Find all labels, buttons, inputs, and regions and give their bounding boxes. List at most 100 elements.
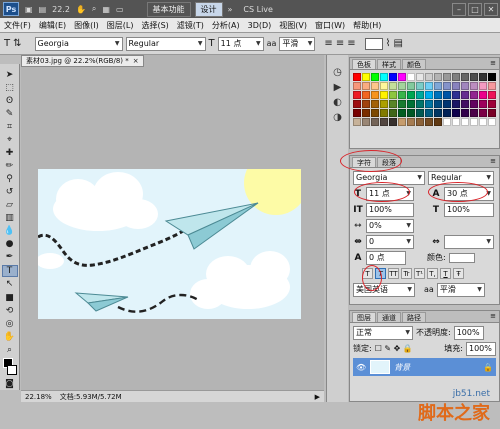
underline-button[interactable]: T xyxy=(440,268,451,279)
workspace-essentials-button[interactable]: 基本功能 xyxy=(146,1,191,17)
status-menu-icon[interactable]: ▶ xyxy=(315,393,320,401)
hand-icon[interactable]: ✋ xyxy=(76,5,86,14)
swatch[interactable] xyxy=(389,118,397,126)
swatch[interactable] xyxy=(425,73,433,81)
layer-row-background[interactable]: 👁 背景 🔒 xyxy=(353,358,496,376)
strikethrough-button[interactable]: Ŧ xyxy=(453,268,464,279)
menu-view[interactable]: 视图(V) xyxy=(279,20,307,31)
subscript-button[interactable]: T, xyxy=(427,268,438,279)
swatch[interactable] xyxy=(362,100,370,108)
swatch[interactable] xyxy=(452,109,460,117)
blend-mode-select[interactable]: 正常 ▼ xyxy=(353,325,413,340)
swatch[interactable] xyxy=(452,82,460,90)
tab-character[interactable]: 字符 xyxy=(352,157,376,167)
menu-file[interactable]: 文件(F) xyxy=(4,20,31,31)
swatch[interactable] xyxy=(353,100,361,108)
char-baseline-input[interactable]: 0 点 xyxy=(366,250,406,265)
menu-select[interactable]: 选择(S) xyxy=(141,20,168,31)
quick-mask-icon[interactable]: ◙ xyxy=(2,378,18,389)
hand-tool-icon[interactable]: ✋ xyxy=(2,331,18,342)
swatch[interactable] xyxy=(362,73,370,81)
swatch[interactable] xyxy=(488,91,496,99)
faux-bold-button[interactable]: T xyxy=(362,268,373,279)
clone-stamp-tool-icon[interactable]: ⚲ xyxy=(2,174,18,185)
faux-italic-button[interactable]: T xyxy=(375,268,386,279)
history-brush-tool-icon[interactable]: ↺ xyxy=(2,187,18,198)
char-leading-select[interactable]: 30 点 ▼ xyxy=(444,186,494,201)
gradient-tool-icon[interactable]: ▥ xyxy=(2,213,18,224)
swatch[interactable] xyxy=(398,118,406,126)
swatch[interactable] xyxy=(371,100,379,108)
swatch[interactable] xyxy=(380,73,388,81)
maximize-icon[interactable]: □ xyxy=(468,2,482,16)
tab-layers[interactable]: 图层 xyxy=(352,312,376,322)
swatch[interactable] xyxy=(371,91,379,99)
font-size-select[interactable]: 11 点 ▼ xyxy=(217,36,264,51)
swatch[interactable] xyxy=(407,100,415,108)
adjustments-icon[interactable]: ◐ xyxy=(333,97,342,108)
swatch[interactable] xyxy=(407,73,415,81)
superscript-button[interactable]: T¹ xyxy=(414,268,425,279)
menu-3d[interactable]: 3D(D) xyxy=(248,21,272,30)
swatch[interactable] xyxy=(452,91,460,99)
eyedropper-tool-icon[interactable]: ⌖ xyxy=(2,134,18,145)
align-center-icon[interactable]: ≡ xyxy=(336,38,344,49)
menu-analysis[interactable]: 分析(A) xyxy=(212,20,240,31)
swatch[interactable] xyxy=(380,82,388,90)
swatch[interactable] xyxy=(389,82,397,90)
swatch[interactable] xyxy=(353,91,361,99)
masks-icon[interactable]: ◑ xyxy=(333,112,342,123)
pen-tool-icon[interactable]: ✒ xyxy=(2,252,18,263)
swatch[interactable] xyxy=(461,73,469,81)
swatch[interactable] xyxy=(398,82,406,90)
swatch[interactable] xyxy=(407,82,415,90)
minimize-icon[interactable]: – xyxy=(452,2,466,16)
tab-channels[interactable]: 通道 xyxy=(377,312,401,322)
menu-filter[interactable]: 滤镜(T) xyxy=(177,20,204,31)
swatch[interactable] xyxy=(443,91,451,99)
swatch[interactable] xyxy=(443,109,451,117)
char-font-family-select[interactable]: Georgia ▼ xyxy=(353,170,425,185)
swatch[interactable] xyxy=(362,109,370,117)
swatch[interactable] xyxy=(488,118,496,126)
swatch[interactable] xyxy=(434,100,442,108)
swatch[interactable] xyxy=(470,100,478,108)
path-select-tool-icon[interactable]: ↖ xyxy=(2,279,18,290)
swatch[interactable] xyxy=(407,118,415,126)
swatch[interactable] xyxy=(479,91,487,99)
swatch[interactable] xyxy=(461,118,469,126)
zoom-tool-icon[interactable]: ⌕ xyxy=(2,344,18,355)
align-right-icon[interactable]: ≡ xyxy=(347,38,355,49)
swatch[interactable] xyxy=(479,118,487,126)
swatch[interactable] xyxy=(362,118,370,126)
marquee-tool-icon[interactable]: ⬚ xyxy=(2,82,18,93)
swatch[interactable] xyxy=(389,91,397,99)
arrange-icon[interactable]: ▦ xyxy=(102,5,110,14)
lock-icons[interactable]: ☐ ✎ ✥ 🔒 xyxy=(375,344,413,353)
3d-rotate-tool-icon[interactable]: ⟲ xyxy=(2,305,18,316)
font-style-select[interactable]: Regular ▼ xyxy=(125,36,206,51)
swatch[interactable] xyxy=(434,118,442,126)
swatch[interactable] xyxy=(371,73,379,81)
swatch[interactable] xyxy=(407,109,415,117)
swatch[interactable] xyxy=(416,91,424,99)
swatch[interactable] xyxy=(398,91,406,99)
color-swatches[interactable] xyxy=(2,357,18,376)
quick-select-tool-icon[interactable]: ✎ xyxy=(2,108,18,119)
text-color-swatch[interactable] xyxy=(364,37,383,50)
swatch[interactable] xyxy=(353,82,361,90)
brush-tool-icon[interactable]: ✏ xyxy=(2,160,18,171)
swatch[interactable] xyxy=(389,109,397,117)
swatch[interactable] xyxy=(353,73,361,81)
swatch[interactable] xyxy=(479,82,487,90)
close-icon[interactable]: ✕ xyxy=(484,2,498,16)
swatch[interactable] xyxy=(353,118,361,126)
swatch[interactable] xyxy=(470,73,478,81)
tab-swatches[interactable]: 色板 xyxy=(352,59,376,69)
swatch[interactable] xyxy=(425,91,433,99)
tab-styles[interactable]: 样式 xyxy=(377,59,401,69)
swatch[interactable] xyxy=(434,91,442,99)
swatch[interactable] xyxy=(461,82,469,90)
3d-orbit-tool-icon[interactable]: ◎ xyxy=(2,318,18,329)
blur-tool-icon[interactable]: 💧 xyxy=(2,226,18,237)
